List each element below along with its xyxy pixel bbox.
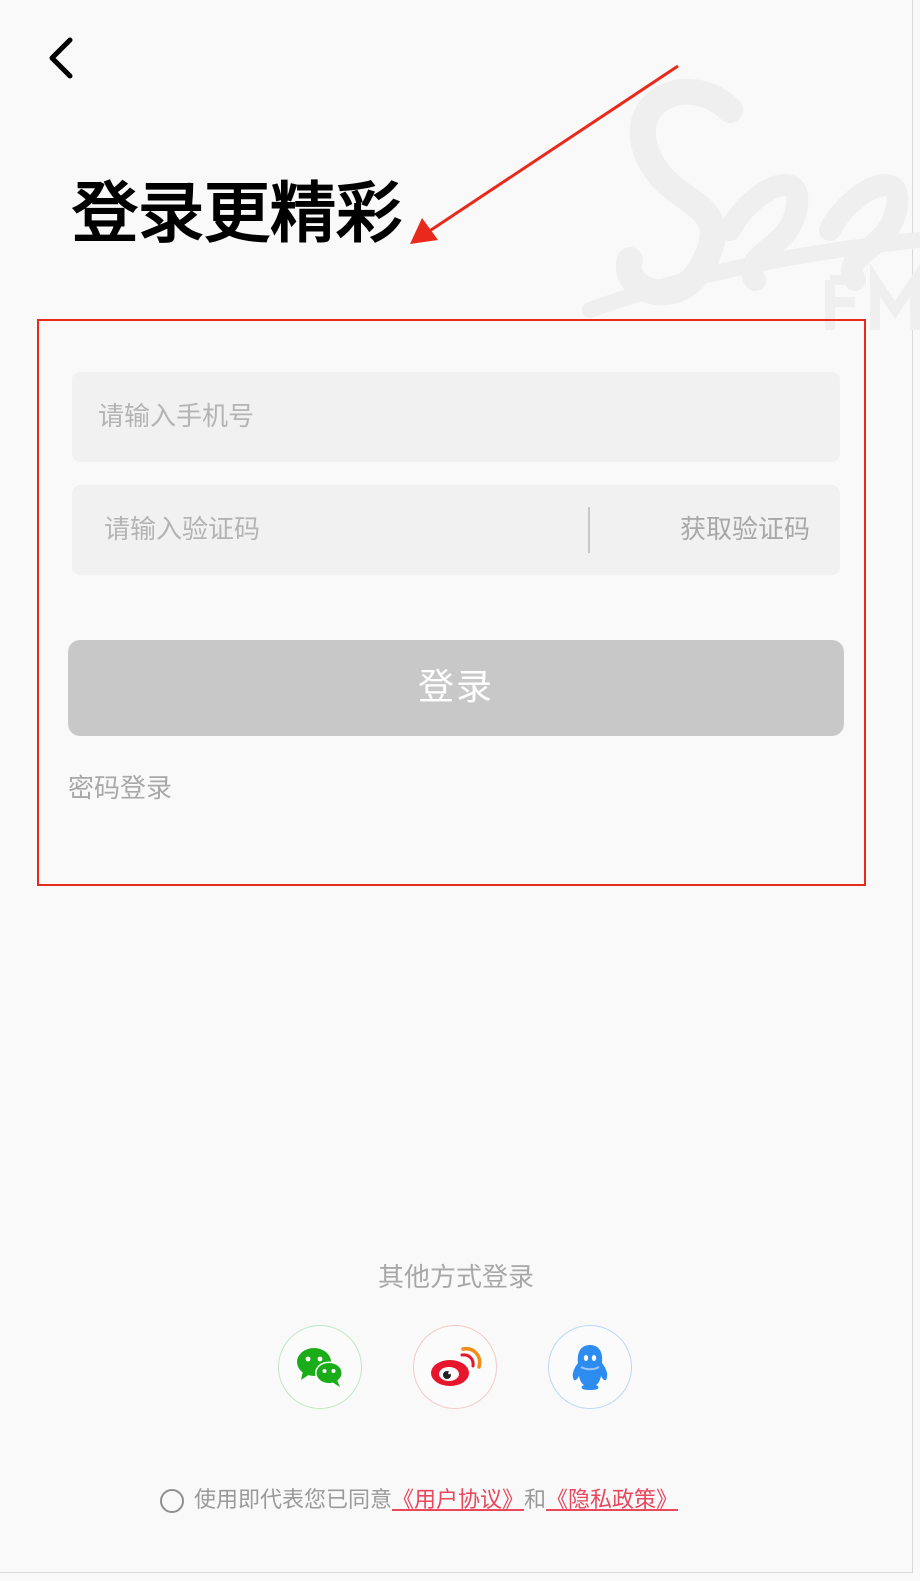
field-divider xyxy=(588,507,590,553)
brand-watermark xyxy=(582,78,920,330)
back-button[interactable] xyxy=(36,30,92,86)
app-screen: 登录更精彩 获取验证码 登录 密码登录 其他方式登录 xyxy=(0,0,920,1573)
password-login-link[interactable]: 密码登录 xyxy=(68,770,172,808)
other-login-label: 其他方式登录 xyxy=(377,1263,534,1293)
privacy-policy-link[interactable]: 《隐私政策》 xyxy=(546,1486,678,1516)
agreement-checkbox[interactable] xyxy=(160,1489,184,1513)
wechat-login-button[interactable] xyxy=(278,1325,362,1409)
qq-login-button[interactable] xyxy=(548,1325,632,1409)
agreement-text: 使用即代表您已同意 xyxy=(194,1488,393,1513)
wechat-icon xyxy=(297,1348,343,1387)
phone-input[interactable] xyxy=(96,372,820,462)
weibo-icon xyxy=(431,1347,482,1386)
page-title: 登录更精彩 xyxy=(72,175,402,252)
phone-field[interactable] xyxy=(72,372,840,462)
weibo-login-button[interactable] xyxy=(413,1325,497,1409)
qq-icon xyxy=(572,1345,608,1390)
agreement-conjunction: 和 xyxy=(524,1488,547,1513)
get-code-button[interactable]: 获取验证码 xyxy=(680,485,810,575)
chevron-left-icon xyxy=(49,37,73,79)
verification-code-input[interactable] xyxy=(102,485,586,575)
agreement-row: 使用即代表您已同意 《用户协议》 和 《隐私政策》 xyxy=(160,1486,678,1516)
verification-code-field[interactable]: 获取验证码 xyxy=(72,485,840,575)
login-button[interactable]: 登录 xyxy=(68,640,844,736)
user-agreement-link[interactable]: 《用户协议》 xyxy=(392,1486,524,1516)
